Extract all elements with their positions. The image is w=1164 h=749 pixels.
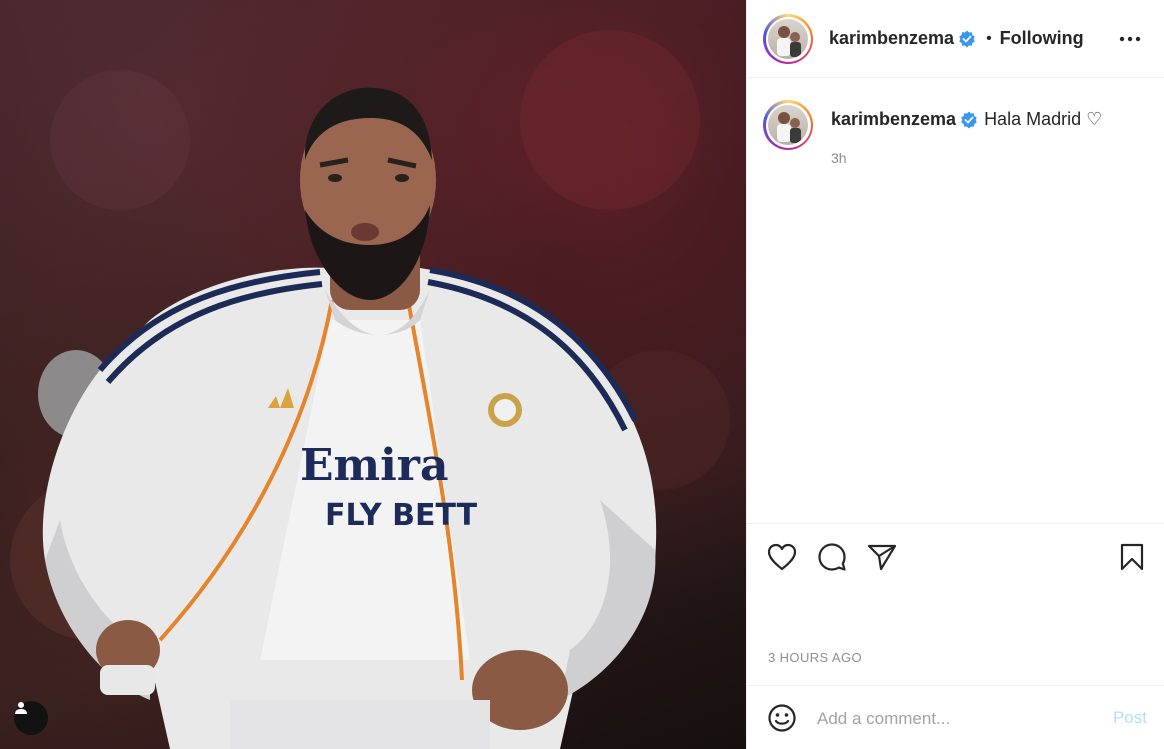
caption-username[interactable]: karimbenzema [831, 109, 956, 130]
header-separator: • [986, 29, 992, 47]
avatar-image [768, 105, 808, 145]
more-options-icon [1119, 36, 1141, 42]
comment-input[interactable] [817, 706, 1097, 732]
author-avatar[interactable] [763, 14, 813, 64]
caption-time[interactable]: 3h [831, 150, 847, 166]
svg-text:FLY BETT: FLY BETT [325, 498, 478, 533]
save-button[interactable] [1115, 540, 1149, 574]
user-tag-icon [15, 702, 27, 714]
post-comment-button[interactable]: Post [1113, 708, 1147, 728]
caption-text: Hala Madrid ♡ [984, 109, 1103, 129]
share-button[interactable] [865, 540, 899, 574]
post-details-panel: karimbenzema • Following karimbenzema Ha… [746, 0, 1164, 749]
post-header: karimbenzema • Following [747, 0, 1164, 78]
avatar-image [768, 19, 808, 59]
player-illustration: Emira FLY BETT [10, 30, 730, 749]
post-actions: 3 HOURS AGO [747, 523, 1164, 685]
post-timestamp[interactable]: 3 HOURS AGO [768, 650, 862, 665]
post-photo[interactable]: Emira FLY BETT [0, 0, 746, 749]
more-options-button[interactable] [1115, 27, 1145, 51]
emoji-button[interactable] [765, 701, 799, 735]
paper-plane-icon [867, 544, 897, 571]
comment-form: Post [747, 685, 1164, 749]
heart-icon [767, 543, 797, 571]
author-username[interactable]: karimbenzema [829, 28, 954, 49]
emoji-smile-icon [768, 704, 796, 732]
bookmark-icon [1120, 543, 1144, 571]
comment-button[interactable] [815, 540, 849, 574]
following-button[interactable]: Following [1000, 28, 1084, 49]
like-button[interactable] [765, 540, 799, 574]
caption-avatar[interactable] [763, 100, 813, 150]
comment-bubble-icon [818, 543, 846, 571]
verified-badge-icon [961, 111, 977, 128]
verified-badge-icon [959, 30, 975, 47]
svg-text:Emira: Emira [300, 440, 449, 491]
user-tags-button[interactable] [14, 701, 48, 735]
